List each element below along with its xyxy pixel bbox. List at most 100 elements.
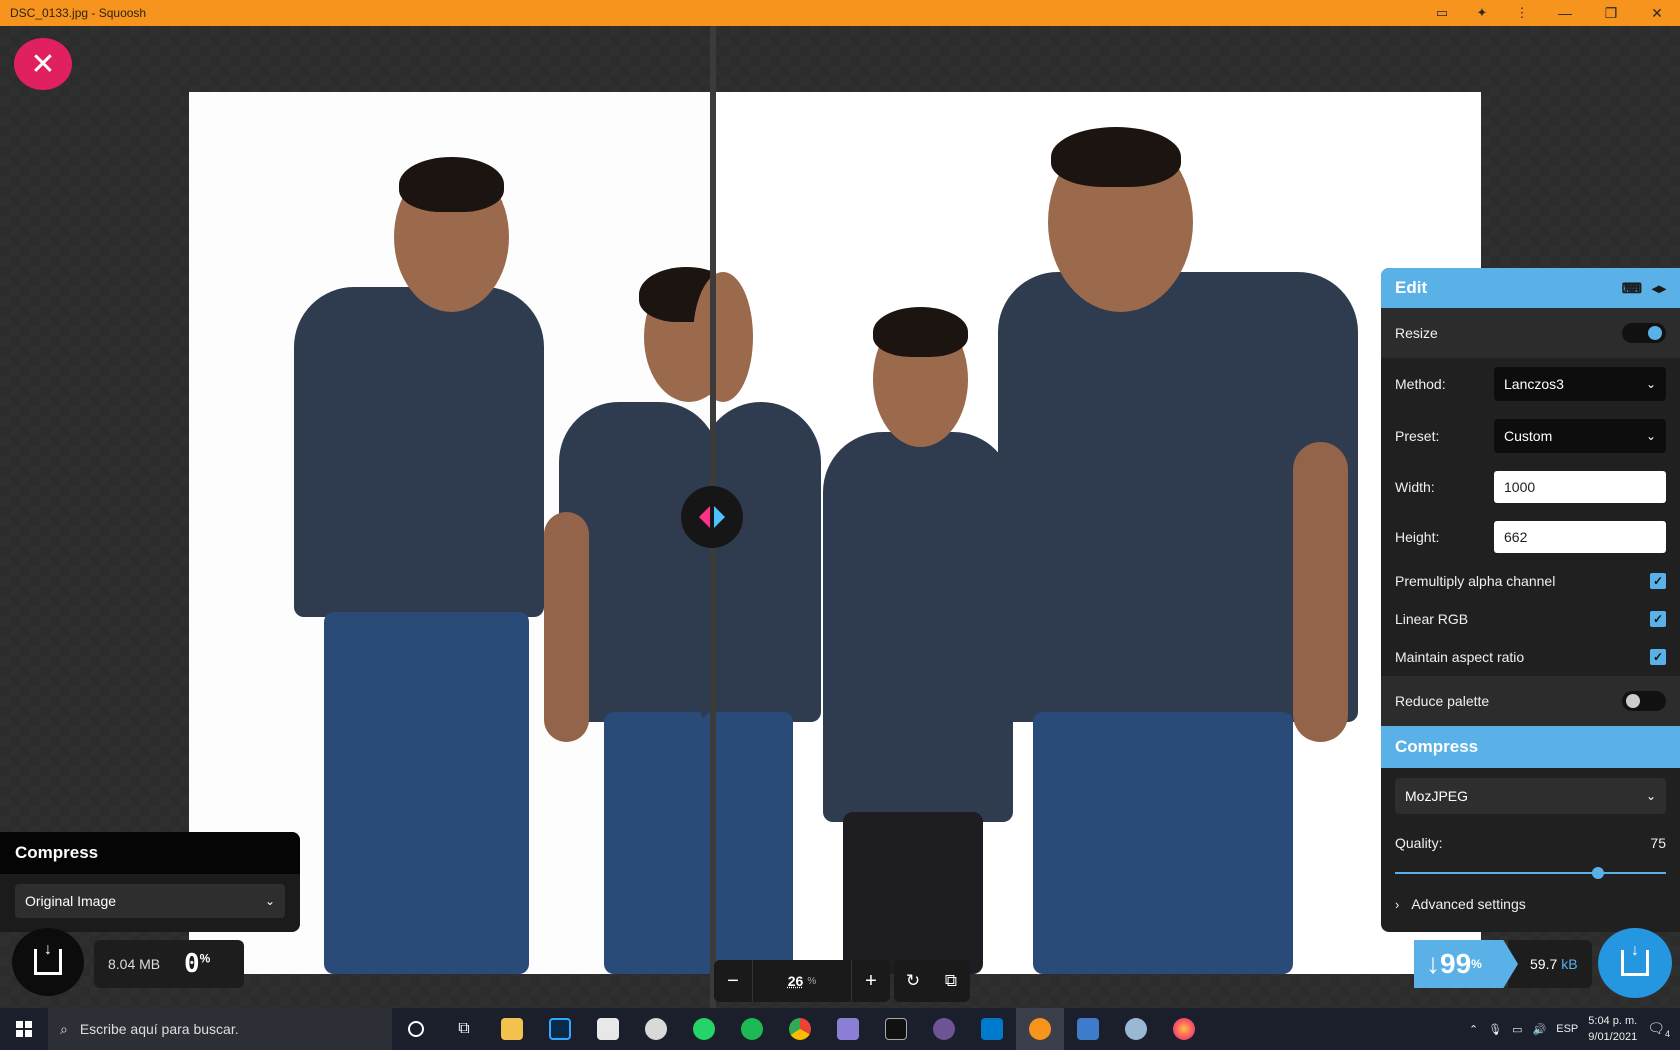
file-explorer-icon[interactable]: [488, 1008, 536, 1050]
zoom-in-button[interactable]: +: [852, 960, 890, 1002]
task-view-icon[interactable]: ⧉: [440, 1008, 488, 1050]
search-icon: ⌕: [60, 1020, 68, 1037]
advanced-settings-label: Advanced settings: [1411, 896, 1526, 912]
taskbar-search[interactable]: ⌕ Escribe aquí para buscar.: [48, 1008, 392, 1050]
height-input[interactable]: 662: [1494, 521, 1666, 553]
premultiply-row: Premultiply alpha channel ✓: [1381, 562, 1680, 600]
original-size: 8.04 MB: [108, 956, 161, 972]
quality-slider[interactable]: [1395, 867, 1666, 879]
right-arrow-icon: [714, 506, 725, 528]
paint-icon[interactable]: [632, 1008, 680, 1050]
whatsapp-icon[interactable]: [680, 1008, 728, 1050]
left-options-panel: Compress Original Image ⌄: [0, 832, 300, 932]
minimize-button[interactable]: —: [1542, 0, 1588, 26]
preset-select[interactable]: Custom ⌄: [1494, 419, 1666, 453]
zoom-controls: − 26 % + ↻ ⧉: [714, 960, 970, 1002]
compressed-stats: ↓ 99% 59.7 kB: [1414, 940, 1592, 988]
method-select[interactable]: Lanczos3 ⌄: [1494, 367, 1666, 401]
height-row: Height: 662: [1381, 512, 1680, 562]
network-icon[interactable]: ▭: [1512, 1023, 1522, 1036]
clipboard-icon[interactable]: ▭: [1422, 0, 1462, 26]
person-figure: [823, 432, 1013, 822]
window-title: DSC_0133.jpg - Squoosh: [10, 6, 147, 20]
store-icon[interactable]: [584, 1008, 632, 1050]
person-figure: [701, 402, 821, 722]
swap-sides-icon[interactable]: ◂▸: [1652, 280, 1666, 297]
notifications-icon[interactable]: 🗨4: [1647, 1020, 1670, 1039]
squoosh-app-icon[interactable]: [1016, 1008, 1064, 1050]
method-value: Lanczos3: [1504, 376, 1564, 392]
savings-percent-unit: %: [1471, 957, 1482, 971]
zoom-level[interactable]: 26 %: [752, 960, 852, 1002]
microphone-icon[interactable]: 🎙: [1488, 1023, 1502, 1036]
spotify-icon[interactable]: [728, 1008, 776, 1050]
more-menu-icon[interactable]: ⋮: [1502, 0, 1542, 26]
edit-header: Edit ⌨ ◂▸: [1381, 268, 1680, 308]
width-row: Width: 1000: [1381, 462, 1680, 512]
close-window-button[interactable]: ✕: [1634, 0, 1680, 26]
clock[interactable]: 5:04 p. m. 9/01/2021: [1588, 1013, 1637, 1045]
download-icon: ↓: [34, 941, 62, 975]
terminal-app-icon[interactable]: [872, 1008, 920, 1050]
photoshop-icon[interactable]: [536, 1008, 584, 1050]
original-percent: 0%: [184, 949, 211, 979]
chevron-down-icon: ⌄: [1645, 377, 1656, 391]
quality-label: Quality:: [1395, 835, 1443, 851]
chevron-down-icon: ⌄: [264, 894, 275, 908]
advanced-settings-row[interactable]: › Advanced settings: [1381, 884, 1680, 924]
aspect-checkbox[interactable]: ✓: [1650, 649, 1666, 665]
rotate-icon[interactable]: ↻: [894, 960, 932, 1002]
close-image-button[interactable]: ✕: [14, 38, 72, 90]
clock-date: 9/01/2021: [1588, 1031, 1638, 1043]
method-label: Method:: [1395, 376, 1446, 392]
brush-app-icon[interactable]: [1112, 1008, 1160, 1050]
remote-desktop-icon[interactable]: [1064, 1008, 1112, 1050]
clock-time: 5:04 p. m.: [1588, 1015, 1638, 1027]
volume-icon[interactable]: 🔊: [1533, 1023, 1547, 1036]
zoom-value[interactable]: 26: [788, 973, 804, 989]
resize-toggle[interactable]: [1622, 323, 1666, 343]
vscode-icon[interactable]: [968, 1008, 1016, 1050]
aspect-row: Maintain aspect ratio ✓: [1381, 638, 1680, 676]
method-row: Method: Lanczos3 ⌄: [1381, 358, 1680, 410]
chrome-icon[interactable]: [776, 1008, 824, 1050]
download-original-button[interactable]: ↓: [12, 928, 84, 996]
premultiply-checkbox[interactable]: ✓: [1650, 573, 1666, 589]
person-figure-skirt: [703, 712, 793, 974]
restore-button[interactable]: ❐: [1588, 0, 1634, 26]
split-divider-handle[interactable]: [681, 486, 743, 548]
width-input[interactable]: 1000: [1494, 471, 1666, 503]
start-button[interactable]: [0, 1008, 48, 1050]
language-indicator[interactable]: ESP: [1556, 1023, 1578, 1035]
person-figure-head: [693, 272, 753, 402]
toggle-background-icon[interactable]: ⧉: [932, 960, 970, 1002]
resize-label: Resize: [1395, 325, 1438, 341]
savings-badge: ↓ 99%: [1414, 940, 1518, 988]
firefox-icon[interactable]: [1160, 1008, 1208, 1050]
original-stats: 8.04 MB 0%: [94, 940, 244, 988]
chevron-down-icon: ⌄: [1645, 429, 1656, 443]
left-encoder-select[interactable]: Original Image ⌄: [15, 884, 285, 918]
download-compressed-button[interactable]: ↓: [1598, 928, 1672, 998]
linear-rgb-checkbox[interactable]: ✓: [1650, 611, 1666, 627]
zoom-out-button[interactable]: −: [714, 960, 752, 1002]
left-arrow-icon: [699, 506, 710, 528]
encoder-select[interactable]: MozJPEG ⌄: [1395, 778, 1666, 814]
zoom-unit: %: [807, 975, 817, 987]
chevron-up-icon[interactable]: ⌃: [1469, 1023, 1478, 1036]
down-arrow-icon: ↓: [1426, 948, 1440, 979]
left-encoder-value: Original Image: [25, 893, 117, 909]
quality-slider-thumb[interactable]: [1592, 867, 1605, 879]
chevron-down-icon: ⌄: [1645, 789, 1656, 803]
cortana-icon[interactable]: [392, 1008, 440, 1050]
github-desktop-icon[interactable]: [920, 1008, 968, 1050]
record-app-icon[interactable]: [824, 1008, 872, 1050]
reduce-palette-toggle[interactable]: [1622, 691, 1666, 711]
terminal-icon[interactable]: ⌨: [1622, 280, 1642, 297]
compressed-size: 59.7 kB: [1508, 940, 1592, 988]
extensions-icon[interactable]: ✦: [1462, 0, 1502, 26]
edit-panel: Edit ⌨ ◂▸ Resize Method: Lanczos3 ⌄ Pres…: [1381, 268, 1680, 932]
comparison-image[interactable]: [189, 92, 1481, 974]
linear-rgb-label: Linear RGB: [1395, 611, 1469, 627]
person-figure-pants: [843, 812, 983, 974]
